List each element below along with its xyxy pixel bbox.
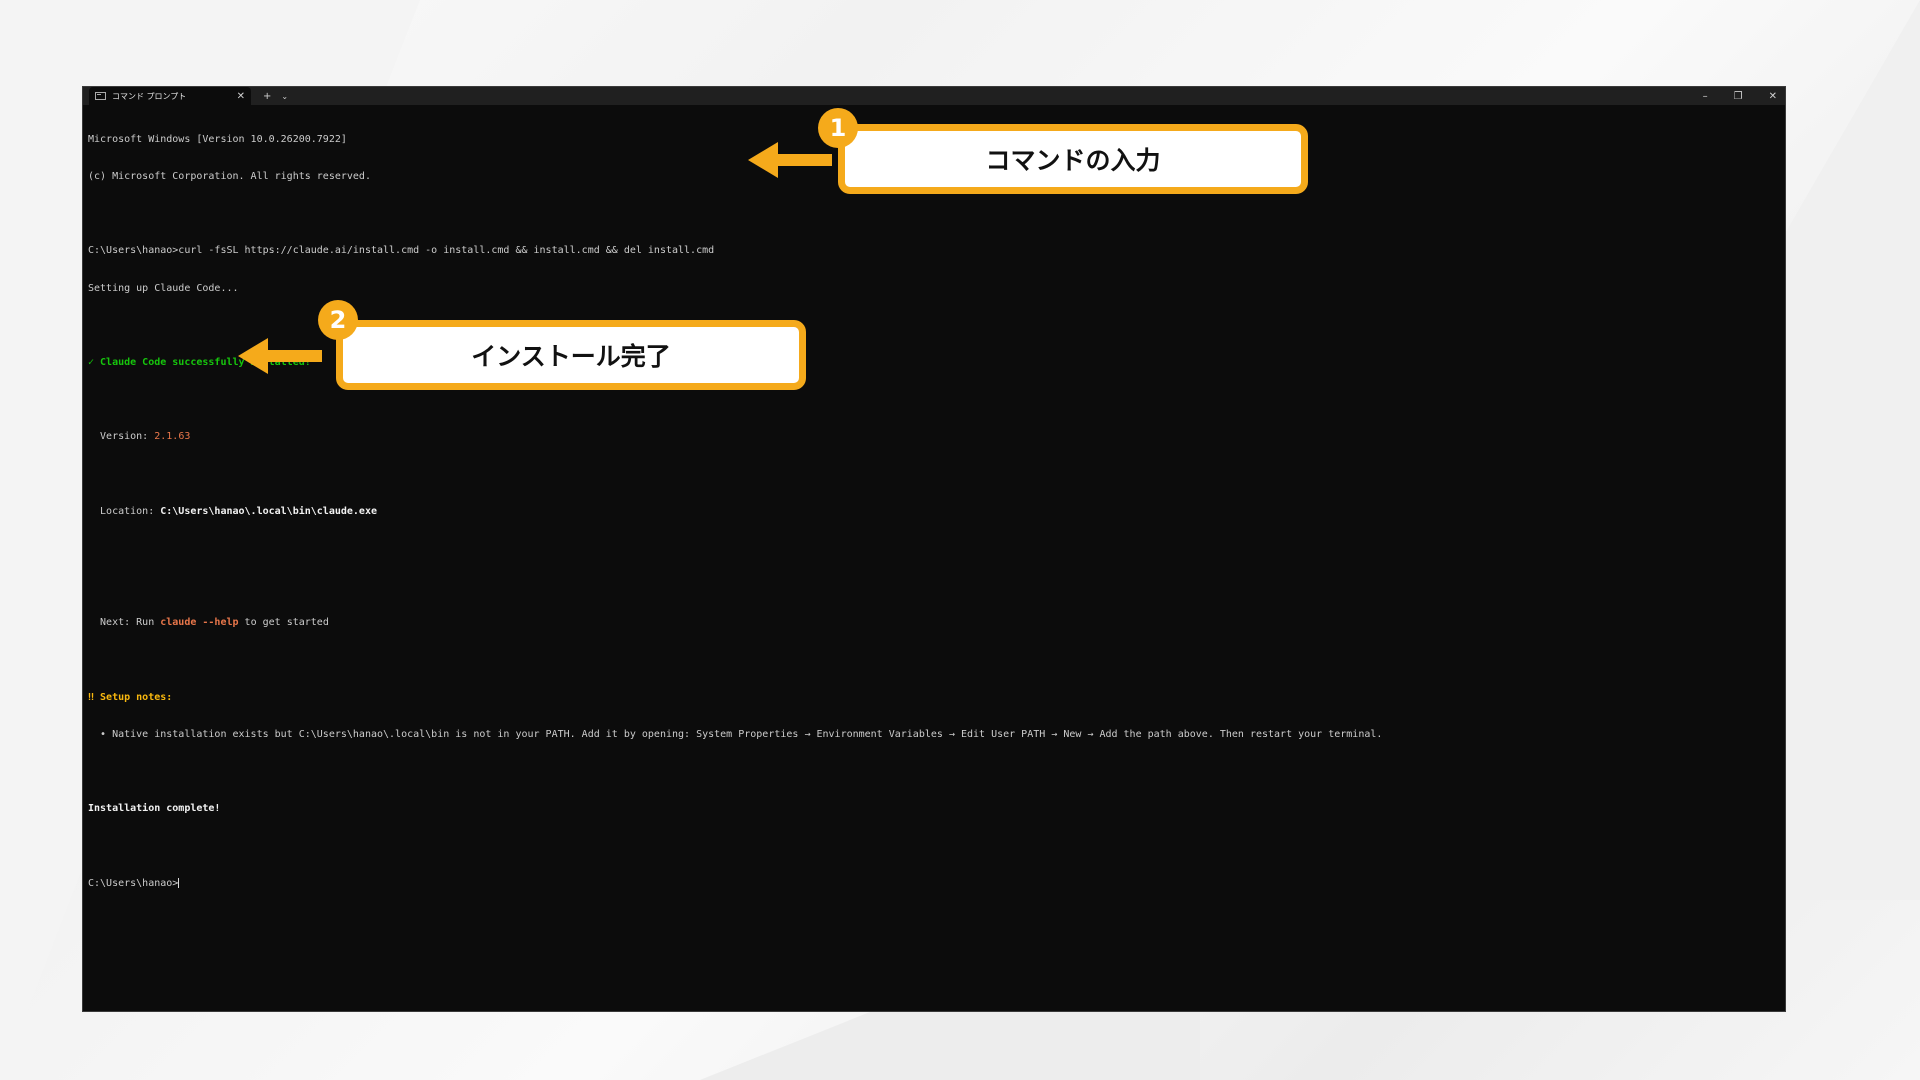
callout-installation-complete: インストール完了 (336, 320, 806, 390)
window-controls: – ❐ ✕ (1677, 87, 1777, 105)
close-button[interactable]: ✕ (1769, 91, 1777, 102)
step-badge: 1 (818, 108, 858, 148)
terminal-line: C:\Users\hanao>curl -fsSL https://claude… (88, 245, 715, 257)
next-suffix: to get started (238, 617, 329, 629)
next-prefix: Next: Run (88, 617, 161, 629)
setup-notes-detail: • Native installation exists but C:\User… (88, 729, 1383, 741)
prompt-line[interactable]: C:\Users\hanao> (88, 877, 1780, 890)
location-line: Location: C:\Users\hanao\.local\bin\clau… (88, 506, 1780, 518)
prompt: C:\Users\hanao> (88, 877, 179, 889)
restore-button[interactable]: ❐ (1734, 91, 1743, 102)
minimize-button[interactable]: – (1703, 91, 1708, 102)
version-line: Version: 2.1.63 (88, 431, 1780, 443)
chevron-down-icon[interactable]: ⌄ (281, 92, 288, 101)
tab-command-prompt[interactable]: コマンド プロンプト ✕ (89, 87, 251, 105)
tab-title: コマンド プロンプト (112, 91, 187, 101)
callout-label: コマンドの入力 (985, 146, 1161, 175)
terminal-output[interactable]: Microsoft Windows [Version 10.0.26200.79… (83, 105, 1785, 919)
setup-notes-heading: ‼ Setup notes: (88, 691, 173, 703)
location-label: Location: (88, 505, 161, 517)
arrow-left-icon (238, 338, 322, 374)
callout-command-input: コマンドの入力 (838, 124, 1308, 194)
terminal-icon (95, 92, 106, 100)
callout-label: インストール完了 (471, 342, 671, 371)
next-line: Next: Run claude --help to get started (88, 617, 1780, 629)
location-value: C:\Users\hanao\.local\bin\claude.exe (160, 505, 377, 517)
tab-close-icon[interactable]: ✕ (237, 91, 245, 102)
terminal-window: コマンド プロンプト ✕ + ⌄ – ❐ ✕ Microsoft Windows… (82, 86, 1786, 1012)
version-value: 2.1.63 (154, 431, 191, 443)
text-cursor (178, 877, 180, 888)
version-label: Version: (88, 431, 155, 443)
step-badge: 2 (318, 300, 358, 340)
new-tab-button[interactable]: + (263, 91, 271, 102)
installation-complete-line: Installation complete! (88, 803, 221, 815)
arrow-left-icon (748, 142, 832, 178)
next-command: claude --help (160, 617, 239, 629)
terminal-line: Setting up Claude Code... (88, 282, 239, 294)
title-bar: コマンド プロンプト ✕ + ⌄ – ❐ ✕ (83, 87, 1785, 105)
